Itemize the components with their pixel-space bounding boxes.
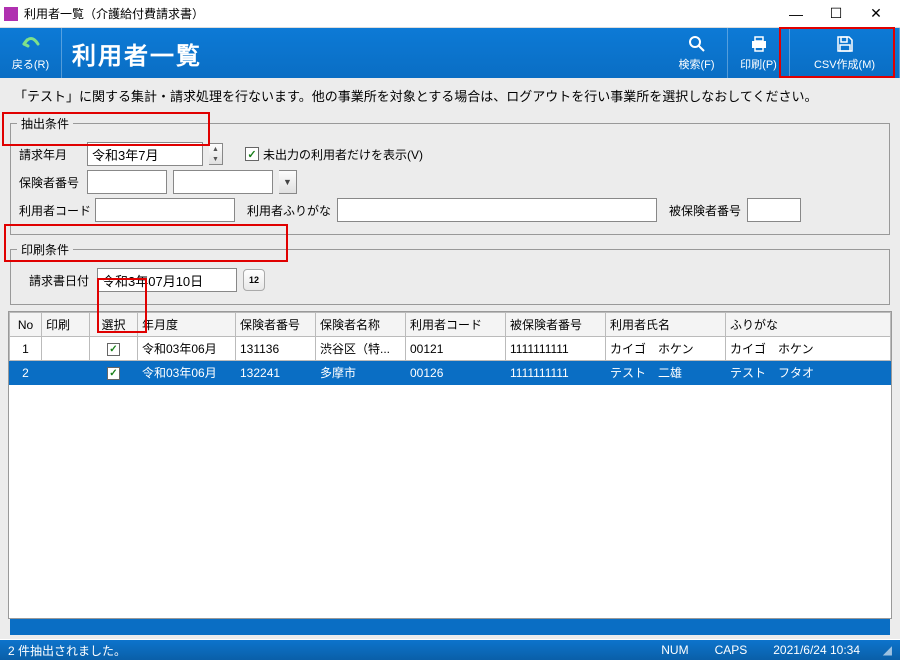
status-num: NUM [655,643,694,657]
close-button[interactable]: ✕ [856,2,896,26]
insurer-no-input[interactable] [87,170,167,194]
col-user-code[interactable]: 利用者コード [406,313,506,337]
cell-insured-no: 1111111111 [506,337,606,361]
insured-no-label: 被保険者番号 [669,202,741,219]
cell-insured-no: 1111111111 [506,361,606,385]
body: 「テスト」に関する集計・請求処理を行ないます。他の事業所を対象とする場合は、ログ… [0,78,900,639]
user-kana-input[interactable] [337,198,657,222]
cell-insurer-name: 多摩市 [316,361,406,385]
col-kana[interactable]: ふりがな [726,313,891,337]
col-no[interactable]: No [10,313,42,337]
results-table-wrap: No 印刷 選択 年月度 保険者番号 保険者名称 利用者コード 被保険者番号 利… [8,311,892,619]
row-checkbox-icon: ✓ [107,343,120,356]
only-unoutput-label: 未出力の利用者だけを表示(V) [263,146,423,163]
cell-insurer-name: 渋谷区（特... [316,337,406,361]
horizontal-scrollbar[interactable] [10,619,890,635]
table-header-row: No 印刷 選択 年月度 保険者番号 保険者名称 利用者コード 被保険者番号 利… [10,313,891,337]
bill-date-input[interactable]: 令和3年07月10日 [97,268,237,292]
user-code-label: 利用者コード [19,202,89,219]
cell-no: 2 [10,361,42,385]
calendar-button[interactable]: 12 [243,269,265,291]
results-table: No 印刷 選択 年月度 保険者番号 保険者名称 利用者コード 被保険者番号 利… [9,312,891,385]
search-button[interactable]: 検索(F) [666,28,728,78]
page-title: 利用者一覧 [62,28,666,78]
bill-date-label: 請求書日付 [29,272,91,289]
cell-print [42,337,90,361]
user-kana-label: 利用者ふりがな [247,202,331,219]
cell-select[interactable]: ✓ [90,337,138,361]
titlebar: 利用者一覧（介護給付費請求書） — ☐ ✕ [0,0,900,28]
only-unoutput-checkbox[interactable]: ✓ 未出力の利用者だけを表示(V) [245,146,423,163]
search-label: 検索(F) [678,56,714,72]
col-user-name[interactable]: 利用者氏名 [606,313,726,337]
cell-ym: 令和03年06月 [138,361,236,385]
back-button[interactable]: 戻る(R) [0,28,62,78]
resize-grip-icon[interactable]: ◢ [880,643,892,657]
cell-print [42,361,90,385]
extract-conditions: 抽出条件 請求年月 令和3年7月 ▲▼ ✓ 未出力の利用者だけを表示(V) 保険… [10,115,890,235]
insurer-name-input[interactable] [173,170,273,194]
row-checkbox-icon: ✓ [107,367,120,380]
table-row[interactable]: 1✓令和03年06月131136渋谷区（特...001211111111111カ… [10,337,891,361]
cell-user-name: テスト 二雄 [606,361,726,385]
search-icon [688,34,706,54]
insured-no-input[interactable] [747,198,801,222]
calendar-icon: 12 [249,275,259,285]
checkbox-icon: ✓ [245,147,259,161]
cell-user-name: カイゴ ホケン [606,337,726,361]
printer-icon [749,34,769,54]
toolbar: 戻る(R) 利用者一覧 検索(F) 印刷(P) CSV作成(M) [0,28,900,78]
cell-kana: カイゴ ホケン [726,337,891,361]
col-print[interactable]: 印刷 [42,313,90,337]
cell-insurer-no: 131136 [236,337,316,361]
col-insurer-name[interactable]: 保険者名称 [316,313,406,337]
minimize-button[interactable]: — [776,2,816,26]
col-select[interactable]: 選択 [90,313,138,337]
window-title: 利用者一覧（介護給付費請求書） [24,5,776,22]
save-icon [836,34,854,54]
col-insurer-no[interactable]: 保険者番号 [236,313,316,337]
app-icon [4,7,18,21]
print-label: 印刷(P) [740,56,777,72]
table-row[interactable]: 2 ✓ 令和03年06月132241多摩市001261111111111テスト 二雄… [10,361,891,385]
cell-no: 1 [10,337,42,361]
cell-ym: 令和03年06月 [138,337,236,361]
extract-legend: 抽出条件 [17,115,73,132]
csv-label: CSV作成(M) [814,56,875,72]
cell-user-code: 00121 [406,337,506,361]
col-insured-no[interactable]: 被保険者番号 [506,313,606,337]
maximize-button[interactable]: ☐ [816,2,856,26]
print-legend: 印刷条件 [17,241,73,258]
cell-insurer-no: 132241 [236,361,316,385]
user-code-input[interactable] [95,198,235,222]
billing-month-input[interactable]: 令和3年7月 [87,142,203,166]
status-caps: CAPS [709,643,754,657]
cell-user-code: 00126 [406,361,506,385]
status-datetime: 2021/6/24 10:34 [767,643,866,657]
cell-select[interactable]: ✓ [90,361,138,385]
insurer-dropdown-button[interactable]: ▼ [279,170,297,194]
back-icon [20,34,42,54]
billing-month-spinner[interactable]: ▲▼ [209,143,223,165]
insurer-no-label: 保険者番号 [19,174,81,191]
csv-export-button[interactable]: CSV作成(M) [790,28,900,78]
back-label: 戻る(R) [12,56,49,72]
cell-kana: テスト フタオ [726,361,891,385]
print-button[interactable]: 印刷(P) [728,28,790,78]
billing-month-label: 請求年月 [19,146,81,163]
col-ym[interactable]: 年月度 [138,313,236,337]
status-message: 2 件抽出されました。 [8,642,641,659]
statusbar: 2 件抽出されました。 NUM CAPS 2021/6/24 10:34 ◢ [0,640,900,660]
print-conditions: 印刷条件 請求書日付 令和3年07月10日 12 [10,241,890,305]
info-text: 「テスト」に関する集計・請求処理を行ないます。他の事業所を対象とする場合は、ログ… [8,82,892,109]
